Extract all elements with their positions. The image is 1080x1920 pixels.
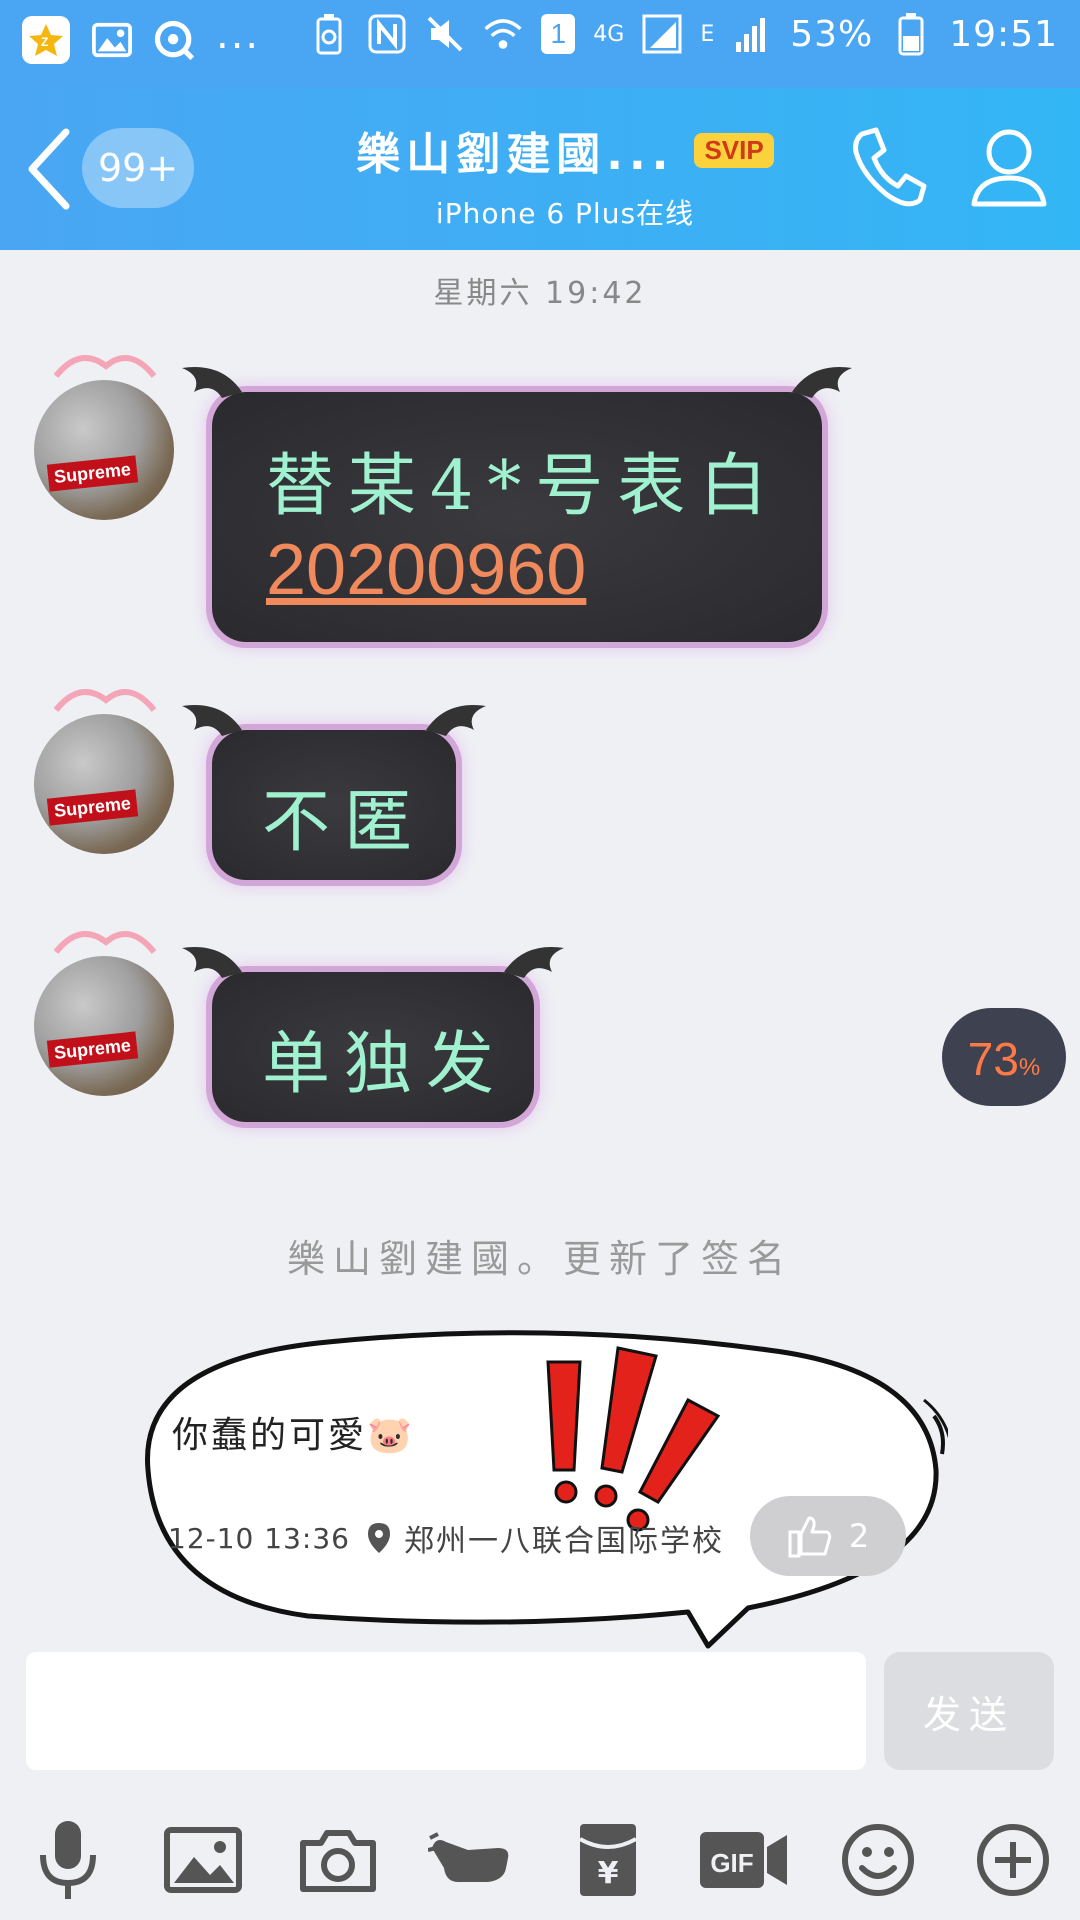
- yuan-symbol: ¥: [597, 1856, 618, 1891]
- signal-icon: [642, 12, 682, 56]
- more-notifications: ...: [216, 12, 261, 58]
- location-text: 郑州一八联合国际学校: [404, 1524, 724, 1559]
- avatar-logo: Supreme: [46, 455, 139, 492]
- mute-icon: [425, 12, 465, 56]
- red-packet-icon: ¥: [578, 1824, 637, 1896]
- gif-icon: GIF: [699, 1832, 787, 1888]
- wifi-icon: [483, 12, 523, 56]
- avatar-logo: Supreme: [46, 1031, 139, 1068]
- signature-card[interactable]: [128, 1320, 948, 1650]
- message-bubble[interactable]: 单独发: [182, 947, 564, 1122]
- microphone-icon: [39, 1821, 96, 1899]
- signature-time: 12-10 13:36: [168, 1522, 350, 1555]
- hand-icon: [427, 1832, 508, 1882]
- message-bubble[interactable]: 替某4*号表白 20200960: [182, 367, 852, 642]
- voice-button[interactable]: [20, 1812, 116, 1908]
- qzone-app-icon: Z: [22, 16, 70, 64]
- send-button[interactable]: 发送: [884, 1652, 1054, 1770]
- person-icon: [971, 129, 1047, 207]
- poke-button[interactable]: [425, 1812, 521, 1908]
- progress-value: 73: [967, 1033, 1019, 1085]
- battery-saver-icon: [309, 12, 349, 56]
- location-pin-icon: [368, 1523, 390, 1553]
- sim-slot-number: 1: [550, 18, 567, 49]
- message-text: 不匿: [262, 783, 427, 862]
- message-text: 单独发: [262, 1025, 509, 1104]
- chat-title: 樂山劉建國...: [356, 129, 675, 180]
- network-type: 4G: [593, 21, 625, 47]
- chat-title-block[interactable]: 樂山劉建國... SVIP iPhone 6 Plus在线: [330, 118, 800, 232]
- phone-icon: [853, 127, 927, 207]
- signature-text: 你蠢的可愛🐷: [172, 1415, 415, 1456]
- sim-slot-icon: 1: [541, 14, 576, 54]
- input-toolbar: ¥ GIF: [0, 1800, 1080, 1920]
- chat-header: 99+ 樂山劉建國... SVIP iPhone 6 Plus在线: [0, 88, 1080, 250]
- gif-button[interactable]: GIF: [695, 1812, 791, 1908]
- battery-icon: [891, 12, 931, 56]
- plus-icon: [976, 1824, 1049, 1896]
- status-right: 1 4G E 53% 19:51: [309, 12, 1058, 56]
- emoji-icon: [841, 1824, 914, 1896]
- svg-text:Z: Z: [41, 35, 48, 49]
- camera-button[interactable]: [290, 1812, 386, 1908]
- online-status: iPhone 6 Plus在线: [435, 197, 695, 230]
- thumbs-up-icon: [788, 1516, 831, 1558]
- chevron-left-icon: [28, 128, 70, 210]
- message-link-number[interactable]: 20200960: [266, 529, 822, 611]
- system-notice: 樂山劉建國。更新了签名: [286, 1237, 793, 1281]
- bat-wing-right-icon: [792, 367, 852, 398]
- back-button[interactable]: [22, 124, 76, 214]
- message-input[interactable]: [26, 1652, 866, 1770]
- more-button[interactable]: [965, 1812, 1061, 1908]
- bat-wing-right-icon: [426, 705, 486, 736]
- message-bubble[interactable]: 不匿: [182, 705, 486, 880]
- sender-avatar[interactable]: Supreme: [34, 956, 174, 1096]
- clock: 19:51: [949, 13, 1058, 55]
- like-count: 2: [848, 1517, 870, 1555]
- camera-icon: [299, 1830, 376, 1892]
- photo-button[interactable]: [155, 1812, 251, 1908]
- svip-badge: SVIP: [694, 132, 774, 168]
- profile-button[interactable]: [968, 122, 1050, 212]
- signature-location[interactable]: 郑州一八联合国际学校: [366, 1516, 724, 1560]
- call-button[interactable]: [848, 122, 930, 212]
- avatar-logo: Supreme: [46, 789, 139, 826]
- sender-avatar[interactable]: Supreme: [34, 380, 174, 520]
- signal-icon-2: [732, 12, 772, 56]
- image-icon: [163, 1827, 242, 1893]
- nfc-icon: [367, 12, 407, 56]
- qq-browser-icon: [154, 18, 194, 62]
- message-timestamp: 星期六 19:42: [433, 276, 647, 311]
- status-bar: Z ... 1 4G E 53% 19:51: [0, 0, 1080, 88]
- progress-unit: %: [1018, 1054, 1041, 1081]
- like-button[interactable]: 2: [750, 1496, 906, 1576]
- bat-wing-left-icon: [182, 947, 242, 978]
- gallery-icon: [92, 18, 132, 62]
- gif-label: GIF: [710, 1848, 753, 1878]
- bat-wing-right-icon: [504, 947, 564, 978]
- bat-wing-left-icon: [182, 705, 242, 736]
- scroll-progress-badge[interactable]: 73 %: [942, 1008, 1066, 1106]
- battery-percent: 53%: [790, 13, 874, 55]
- message-text: 替某4*号表白: [266, 447, 782, 526]
- red-packet-button[interactable]: ¥: [560, 1812, 656, 1908]
- sender-avatar[interactable]: Supreme: [34, 714, 174, 854]
- bat-wing-left-icon: [182, 367, 242, 398]
- emoji-button[interactable]: [830, 1812, 926, 1908]
- status-left: Z ...: [22, 12, 261, 64]
- network-type-2: E: [700, 21, 715, 47]
- unread-count-badge[interactable]: 99+: [82, 128, 195, 208]
